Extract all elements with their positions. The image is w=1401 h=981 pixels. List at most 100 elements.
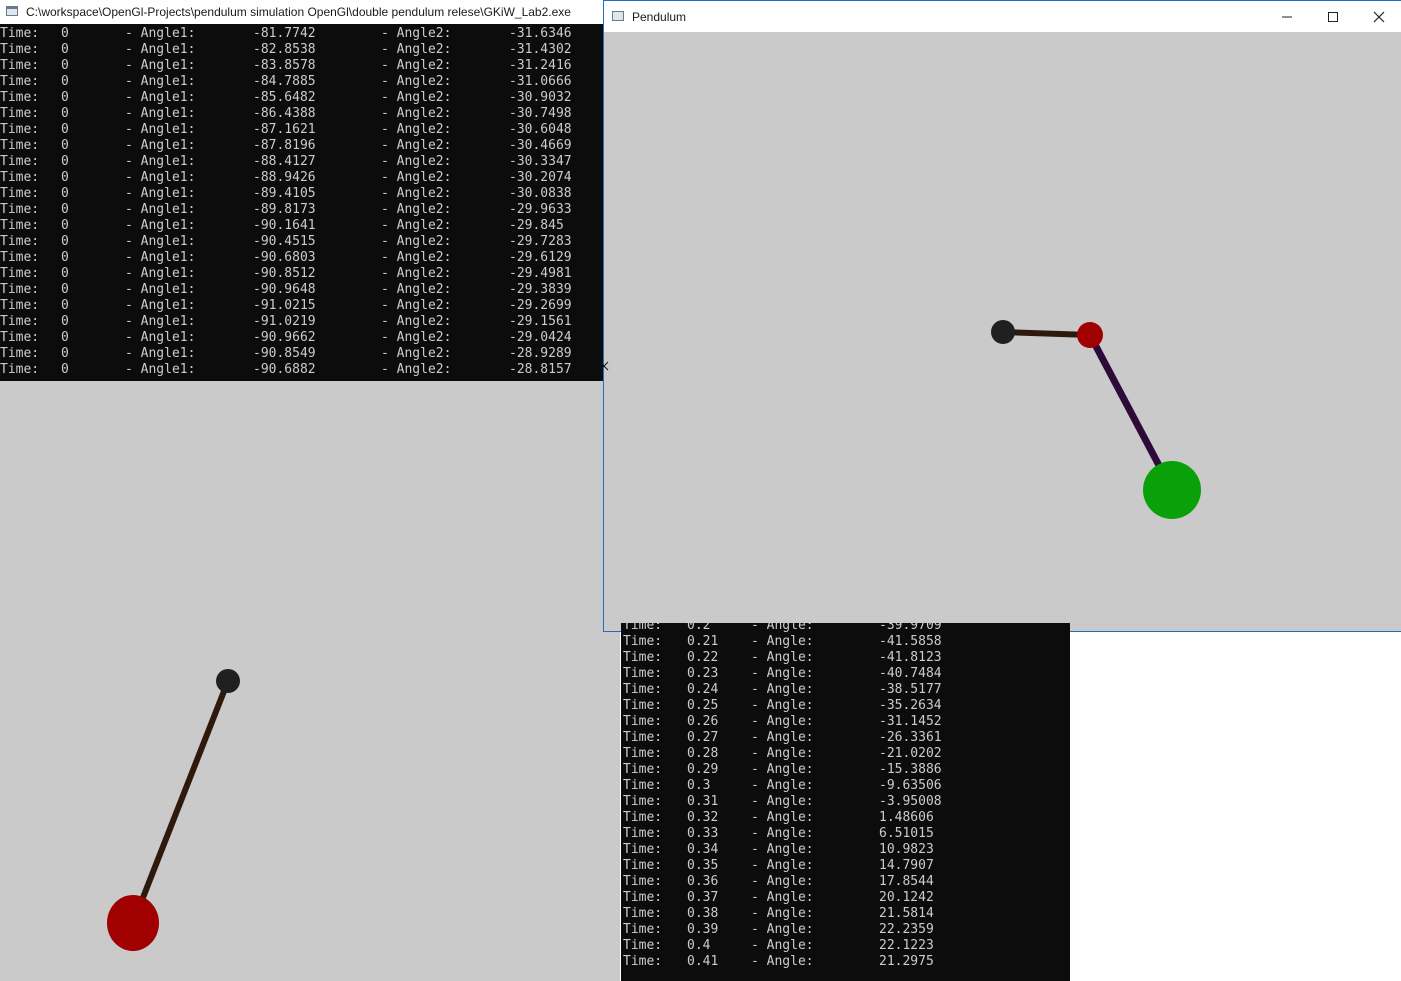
time-label: Time: bbox=[623, 623, 663, 633]
time-value: 0 bbox=[61, 250, 69, 265]
time-value: 0 bbox=[61, 314, 69, 329]
console-window-single[interactable]: Time: 0.2 - Angle: -39.9709 Time: 0.21 - Angle… bbox=[621, 623, 1070, 981]
double-pendulum-log: Time: 0 - Angle1: -81.7742 - Angle2: -31.6346… bbox=[0, 26, 603, 381]
angle-label: - Angle: bbox=[751, 698, 814, 713]
angle-value: 20.1242 bbox=[879, 890, 934, 905]
time-label: Time: bbox=[623, 650, 663, 665]
angle-value: 6.51015 bbox=[879, 826, 934, 841]
angle1-label: - Angle1: bbox=[125, 186, 196, 201]
angle2-label: - Angle2: bbox=[381, 74, 452, 89]
angle1-label: - Angle1: bbox=[125, 154, 196, 169]
time-value: 0 bbox=[61, 362, 69, 377]
angle2-label: - Angle2: bbox=[381, 170, 452, 185]
angle1-label: - Angle1: bbox=[125, 250, 196, 265]
angle1-label: - Angle1: bbox=[125, 234, 196, 249]
log-row: Time: 0 - Angle1: -90.8512 - Angle2: -29.4981 bbox=[0, 266, 603, 282]
pendulum-titlebar[interactable]: Pendulum bbox=[604, 1, 1401, 32]
time-label: Time: bbox=[623, 730, 663, 745]
angle1-value: -83.8578 bbox=[253, 58, 316, 73]
time-label: Time: bbox=[623, 682, 663, 697]
time-value: 0.28 bbox=[687, 746, 719, 761]
angle2-value: -31.0666 bbox=[509, 74, 572, 89]
time-value: 0.37 bbox=[687, 890, 719, 905]
time-label: Time: bbox=[0, 74, 40, 89]
angle-value: -39.9709 bbox=[879, 623, 942, 633]
angle1-label: - Angle1: bbox=[125, 58, 196, 73]
minimize-button[interactable] bbox=[1264, 1, 1310, 32]
angle-value: -35.2634 bbox=[879, 698, 942, 713]
log-row: Time: 0 - Angle1: -88.4127 - Angle2: -30.3347 bbox=[0, 154, 603, 170]
angle2-value: -30.0838 bbox=[509, 186, 572, 201]
angle-label: - Angle: bbox=[751, 858, 814, 873]
time-value: 0.22 bbox=[687, 650, 719, 665]
angle2-label: - Angle2: bbox=[381, 346, 452, 361]
angle-value: 14.7907 bbox=[879, 858, 934, 873]
console-title: C:\workspace\OpenGl-Projects\pendulum si… bbox=[26, 5, 571, 19]
time-label: Time: bbox=[623, 762, 663, 777]
angle2-value: -28.9289 bbox=[509, 346, 572, 361]
angle2-label: - Angle2: bbox=[381, 314, 452, 329]
cursor-icon bbox=[599, 361, 609, 371]
time-value: 0.33 bbox=[687, 826, 719, 841]
angle1-value: -90.4515 bbox=[253, 234, 316, 249]
time-value: 0 bbox=[61, 346, 69, 361]
angle1-value: -84.7885 bbox=[253, 74, 316, 89]
time-label: Time: bbox=[0, 186, 40, 201]
time-value: 0 bbox=[61, 234, 69, 249]
log-row: Time: 0 - Angle1: -91.0219 - Angle2: -29.1561 bbox=[0, 314, 603, 330]
angle-label: - Angle: bbox=[751, 874, 814, 889]
angle-value: 17.8544 bbox=[879, 874, 934, 889]
close-icon bbox=[1373, 11, 1385, 23]
time-label: Time: bbox=[0, 362, 40, 377]
console-window-double[interactable]: C:\workspace\OpenGl-Projects\pendulum si… bbox=[0, 0, 603, 381]
angle-label: - Angle: bbox=[751, 810, 814, 825]
time-value: 0.26 bbox=[687, 714, 719, 729]
angle-label: - Angle: bbox=[751, 794, 814, 809]
log-row: Time: 0 - Angle1: -90.8549 - Angle2: -28.9289 bbox=[0, 346, 603, 362]
time-label: Time: bbox=[0, 266, 40, 281]
angle2-value: -28.8157 bbox=[509, 362, 572, 377]
log-row: Time: 0 - Angle1: -82.8538 - Angle2: -31.4302 bbox=[0, 42, 603, 58]
angle-label: - Angle: bbox=[751, 762, 814, 777]
pendulum-window[interactable]: Pendulum bbox=[603, 0, 1401, 632]
angle1-value: -90.6803 bbox=[253, 250, 316, 265]
angle2-value: -29.2699 bbox=[509, 298, 572, 313]
console-titlebar[interactable]: C:\workspace\OpenGl-Projects\pendulum si… bbox=[0, 0, 603, 24]
time-label: Time: bbox=[0, 330, 40, 345]
angle-label: - Angle: bbox=[751, 623, 814, 633]
angle2-label: - Angle2: bbox=[381, 218, 452, 233]
angle2-value: -29.3839 bbox=[509, 282, 572, 297]
angle2-label: - Angle2: bbox=[381, 298, 452, 313]
time-label: Time: bbox=[623, 906, 663, 921]
close-button[interactable] bbox=[1356, 1, 1401, 32]
time-value: 0.3 bbox=[687, 778, 711, 793]
time-label: Time: bbox=[623, 746, 663, 761]
time-label: Time: bbox=[0, 346, 40, 361]
time-label: Time: bbox=[0, 314, 40, 329]
angle-value: -41.8123 bbox=[879, 650, 942, 665]
angle-value: -9.63506 bbox=[879, 778, 942, 793]
time-label: Time: bbox=[0, 122, 40, 137]
log-row: Time: 0 - Angle1: -90.9648 - Angle2: -29.3839 bbox=[0, 282, 603, 298]
angle-value: 21.2975 bbox=[879, 954, 934, 969]
angle-value: 1.48606 bbox=[879, 810, 934, 825]
maximize-button[interactable] bbox=[1310, 1, 1356, 32]
upper-rod bbox=[1002, 329, 1091, 338]
angle2-value: -29.1561 bbox=[509, 314, 572, 329]
time-label: Time: bbox=[0, 42, 40, 57]
angle-label: - Angle: bbox=[751, 650, 814, 665]
angle1-value: -86.4388 bbox=[253, 106, 316, 121]
angle2-value: -29.4981 bbox=[509, 266, 572, 281]
log-row: Time: 0 - Angle1: -87.1621 - Angle2: -30.6048 bbox=[0, 122, 603, 138]
time-value: 0 bbox=[61, 298, 69, 313]
time-label: Time: bbox=[623, 890, 663, 905]
angle-label: - Angle: bbox=[751, 842, 814, 857]
angle1-value: -82.8538 bbox=[253, 42, 316, 57]
time-value: 0.4 bbox=[687, 938, 711, 953]
angle2-label: - Angle2: bbox=[381, 250, 452, 265]
angle1-value: -88.9426 bbox=[253, 170, 316, 185]
time-label: Time: bbox=[0, 250, 40, 265]
angle2-value: -29.845 bbox=[509, 218, 564, 233]
angle1-value: -88.4127 bbox=[253, 154, 316, 169]
angle-label: - Angle: bbox=[751, 890, 814, 905]
